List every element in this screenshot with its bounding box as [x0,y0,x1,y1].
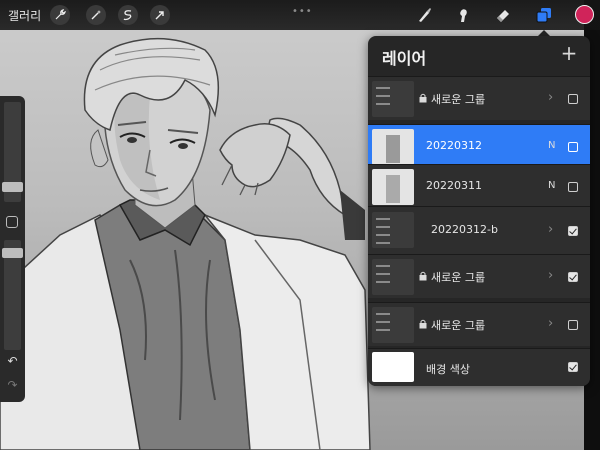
visibility-checkbox[interactable] [568,182,578,192]
background-color-swatch[interactable] [372,352,414,382]
blend-mode-label[interactable]: N [548,140,555,151]
layer-thumbnail [372,169,414,205]
magic-wand-icon[interactable] [86,5,106,25]
brush-size-thumb[interactable] [2,182,23,192]
undo-icon[interactable]: ↶ [4,354,21,368]
modify-button[interactable] [6,216,18,228]
brush-icon[interactable] [413,4,435,26]
eraser-icon[interactable] [492,4,514,26]
layer-thumbnail [372,129,414,165]
layer-name: 20220311 [426,179,482,192]
layers-icon[interactable] [533,4,555,26]
opacity-thumb[interactable] [2,248,23,258]
layer-name: 새로운 그룹 [431,271,486,284]
visibility-checkbox[interactable] [568,142,578,152]
visibility-checkbox[interactable] [568,226,578,236]
layer-name: 새로운 그룹 [431,93,486,106]
transform-arrow-icon[interactable] [150,5,170,25]
group-thumbnail [372,307,414,343]
layer-row[interactable]: 20220312-b › [368,206,590,254]
add-layer-button[interactable]: + [558,42,580,64]
layer-row[interactable]: 20220311 N [368,164,590,208]
blend-mode-label[interactable]: N [548,180,555,191]
color-swatch[interactable] [575,5,594,24]
layer-name: 20220312 [426,139,482,152]
layer-name: 20220312-b [431,223,498,236]
layers-title: 레이어 [382,49,427,68]
gallery-button[interactable]: 갤러리 [8,7,41,24]
layer-row-selected[interactable]: 20220312 N [368,124,590,168]
redo-icon[interactable]: ↷ [4,378,21,392]
visibility-checkbox[interactable] [568,272,578,282]
chevron-right-icon[interactable]: › [548,90,553,105]
chevron-right-icon[interactable]: › [548,222,553,237]
visibility-checkbox[interactable] [568,320,578,330]
wrench-icon[interactable] [50,5,70,25]
lock-icon [419,271,427,281]
layer-name: 배경 색상 [426,363,470,376]
chevron-right-icon[interactable]: › [548,316,553,331]
smudge-icon[interactable] [452,4,474,26]
lock-icon [419,319,427,329]
layer-row[interactable]: 새로운 그룹 › [368,254,590,298]
group-thumbnail [372,81,414,117]
layer-row[interactable]: 새로운 그룹 › [368,302,590,346]
visibility-checkbox[interactable] [568,362,578,372]
visibility-checkbox[interactable] [568,94,578,104]
background-color-row[interactable]: 배경 색상 [368,348,590,386]
top-toolbar: 갤러리 ••• [0,0,600,30]
selection-icon[interactable] [118,5,138,25]
group-thumbnail [372,259,414,295]
left-sidebar: ↶ ↷ [0,96,25,402]
layer-row[interactable]: 새로운 그룹 › [368,76,590,120]
grip-handle[interactable]: ••• [292,6,313,17]
layers-panel: 레이어 + 새로운 그룹 › 20220312 N 20220311 N 202… [368,36,590,386]
chevron-right-icon[interactable]: › [548,268,553,283]
lock-icon [419,93,427,103]
group-thumbnail [372,212,414,248]
layer-name: 새로운 그룹 [431,319,486,332]
